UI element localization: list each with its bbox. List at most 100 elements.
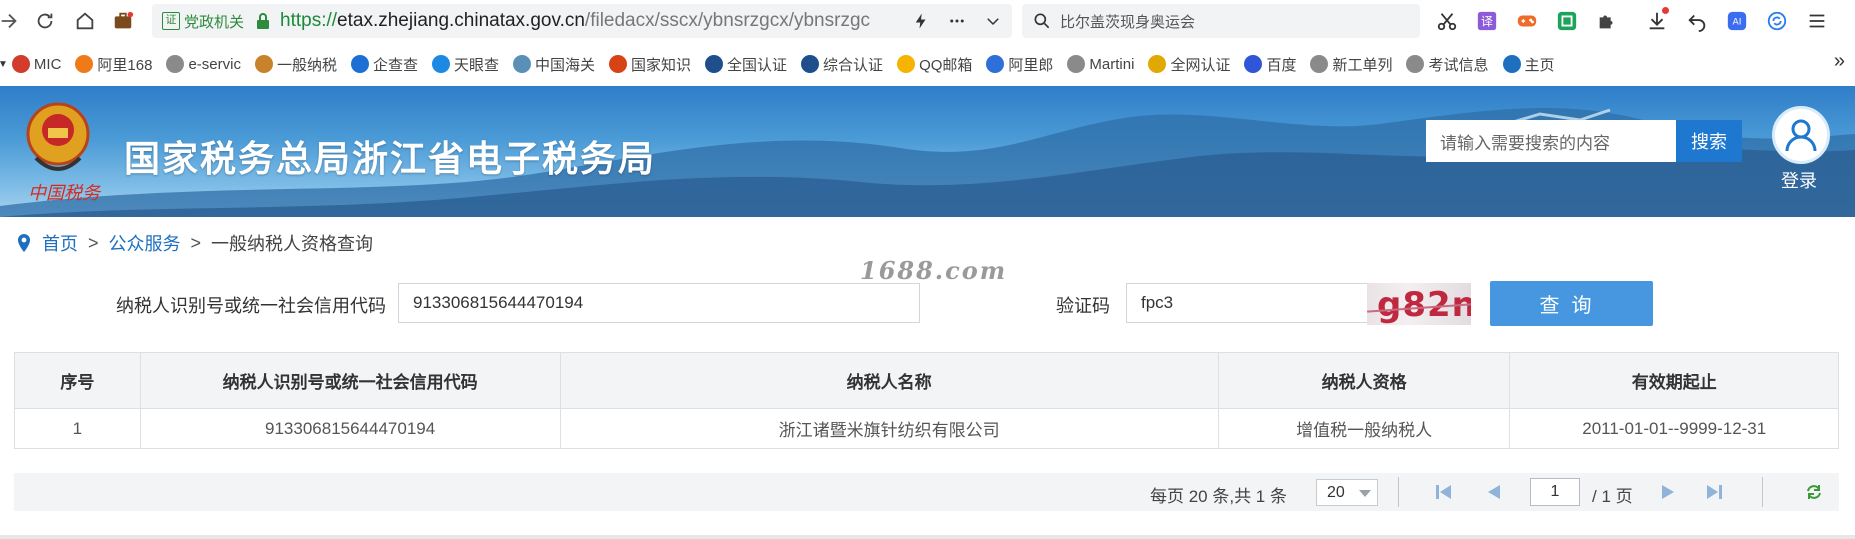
captcha-input[interactable]: fpc3 <box>1126 283 1370 323</box>
bookmark-label: 国家知识 <box>631 56 692 74</box>
dropdown-arrow-icon <box>1359 490 1371 497</box>
query-button[interactable]: 查询 <box>1490 281 1653 326</box>
bookmark-favicon-icon <box>254 55 273 73</box>
results-table: 序号 纳税人识别号或统一社会信用代码 纳税人名称 纳税人资格 有效期起止 1 9… <box>14 352 1839 449</box>
refresh-icon[interactable] <box>1804 483 1824 501</box>
bookmark-label: 阿里168 <box>97 56 153 74</box>
bookmark-item[interactable]: 企查查 <box>350 54 418 75</box>
page-number-input[interactable]: 1 <box>1530 478 1580 506</box>
cell-validity: 2011-01-01--9999-12-31 <box>1509 408 1839 449</box>
ai-icon: AI <box>1727 11 1747 31</box>
bookmark-item[interactable]: Martini <box>1067 55 1134 73</box>
taxid-label: 纳税人识别号或统一社会信用代码 <box>116 296 386 316</box>
watermark: 1688.com <box>860 256 1008 285</box>
bookmark-item[interactable]: 考试信息 <box>1406 54 1489 75</box>
bookmark-favicon-icon <box>1244 55 1263 73</box>
bookmarks-overflow-arrow[interactable]: ▼ <box>0 59 8 70</box>
address-actions <box>912 12 1002 30</box>
bookmark-item[interactable]: 百度 <box>1244 54 1296 75</box>
login-link[interactable]: 登录 <box>1781 167 1817 193</box>
pagination-total: / 1 页 <box>1592 487 1633 506</box>
undo-button[interactable] <box>1682 6 1712 36</box>
bookmark-favicon-icon <box>75 55 94 73</box>
forward-button[interactable] <box>0 4 26 38</box>
bottom-divider <box>0 535 1855 539</box>
bookmark-item[interactable]: 新工单列 <box>1310 54 1392 75</box>
captcha-label: 验证码 <box>1056 296 1110 316</box>
bookmark-label: MIC <box>33 55 62 73</box>
hamburger-icon <box>1809 14 1825 28</box>
bookmark-item[interactable]: 一般纳税 <box>254 54 337 75</box>
bookmark-favicon-icon <box>801 55 820 73</box>
briefcase-icon <box>114 11 134 29</box>
page-size-select[interactable]: 20 <box>1316 479 1378 506</box>
bookmark-item[interactable]: 阿里郎 <box>986 54 1053 75</box>
cell-name: 浙江诸暨米旗针纺织有限公司 <box>559 408 1219 449</box>
download-button[interactable] <box>1642 6 1672 36</box>
breadcrumb-public-service[interactable]: 公众服务 <box>109 230 181 256</box>
bookmarks-bar: ▼ MIC 阿里168 e-servic 一般纳税 企查查 天眼查 中国海关 国家知识 全国认证… <box>0 48 1855 80</box>
more-dots-icon[interactable] <box>948 12 966 30</box>
address-bar[interactable]: 证 党政机关 https://etax.zhejiang.chinatax.go… <box>152 4 1012 38</box>
home-icon <box>76 12 94 30</box>
bookmark-item[interactable]: 综合认证 <box>801 54 883 75</box>
bookmark-label: 中国海关 <box>535 56 596 74</box>
bookmark-label: 考试信息 <box>1428 56 1489 74</box>
bookmark-item[interactable]: 全网认证 <box>1148 54 1230 75</box>
bookmark-item[interactable]: 阿里168 <box>75 54 152 75</box>
site-search-button[interactable]: 搜索 <box>1676 120 1742 162</box>
game-button[interactable] <box>1512 6 1542 36</box>
pagination-info: 每页 20 条,共 1 条 <box>1150 487 1287 506</box>
taxid-input[interactable]: 913306815644470194 <box>398 283 920 323</box>
user-icon <box>1785 119 1817 152</box>
user-avatar[interactable] <box>1772 106 1830 164</box>
lightning-icon[interactable] <box>912 12 930 30</box>
browser-search-box[interactable]: 比尔盖茨现身奥运会 <box>1022 4 1420 38</box>
bookmark-favicon-icon <box>705 55 724 73</box>
bookmark-favicon-icon <box>11 55 30 73</box>
cell-qualification: 增值税一般纳税人 <box>1217 408 1511 449</box>
bookmark-item[interactable]: 主页 <box>1502 54 1555 75</box>
site-search-input[interactable]: 请输入需要搜索的内容 <box>1426 120 1676 162</box>
bookmark-item[interactable]: QQ邮箱 <box>897 54 972 75</box>
extensions-button[interactable] <box>1592 6 1622 36</box>
wallet-button[interactable] <box>106 4 140 38</box>
col-header-qualification: 纳税人资格 <box>1217 352 1511 409</box>
reader-button[interactable] <box>1552 6 1582 36</box>
next-page-icon[interactable] <box>1658 483 1678 501</box>
menu-button[interactable] <box>1802 6 1832 36</box>
translate-button[interactable]: 译 <box>1472 6 1502 36</box>
svg-text:译: 译 <box>1481 15 1493 29</box>
first-page-icon[interactable] <box>1434 483 1454 501</box>
chevron-down-icon[interactable] <box>984 12 1002 30</box>
gov-cert-badge[interactable]: 证 党政机关 <box>162 11 244 32</box>
sync-button[interactable] <box>1762 6 1792 36</box>
search-icon <box>1034 13 1050 29</box>
bookmarks-more-button[interactable]: » <box>1834 50 1845 73</box>
breadcrumb: 首页 > 公众服务 > 一般纳税人资格查询 <box>16 230 373 256</box>
bookmark-item[interactable]: 天眼查 <box>431 54 499 75</box>
pagination-bar: 每页 20 条,共 1 条 20 1 / 1 页 <box>14 473 1839 511</box>
cell-taxid: 913306815644470194 <box>139 408 561 449</box>
home-button[interactable] <box>68 4 102 38</box>
bookmark-label: 天眼查 <box>453 56 499 74</box>
bookmark-item[interactable]: 国家知识 <box>609 54 691 75</box>
bookmark-label: Martini <box>1089 55 1135 73</box>
reload-button[interactable] <box>28 4 62 38</box>
ai-button[interactable]: AI <box>1722 6 1752 36</box>
bookmark-favicon-icon <box>166 55 185 73</box>
bookmark-favicon-icon <box>897 55 916 73</box>
scissors-button[interactable] <box>1432 6 1462 36</box>
bookmark-item[interactable]: MIC <box>11 55 62 73</box>
breadcrumb-home[interactable]: 首页 <box>42 230 78 256</box>
bookmark-item[interactable]: 全国认证 <box>705 54 787 75</box>
prev-page-icon[interactable] <box>1484 483 1504 501</box>
bookmark-label: 主页 <box>1524 56 1555 74</box>
captcha-image[interactable]: g82n <box>1367 283 1471 325</box>
scissors-icon <box>1437 13 1457 31</box>
site-banner: 中国税务 国家税务总局浙江省电子税务局 请输入需要搜索的内容 搜索 登录 <box>0 86 1855 217</box>
table-row: 1 913306815644470194 浙江诸暨米旗针纺织有限公司 增值税一般… <box>14 408 1839 449</box>
bookmark-item[interactable]: e-servic <box>166 55 241 73</box>
bookmark-item[interactable]: 中国海关 <box>513 54 595 75</box>
last-page-icon[interactable] <box>1704 483 1724 501</box>
